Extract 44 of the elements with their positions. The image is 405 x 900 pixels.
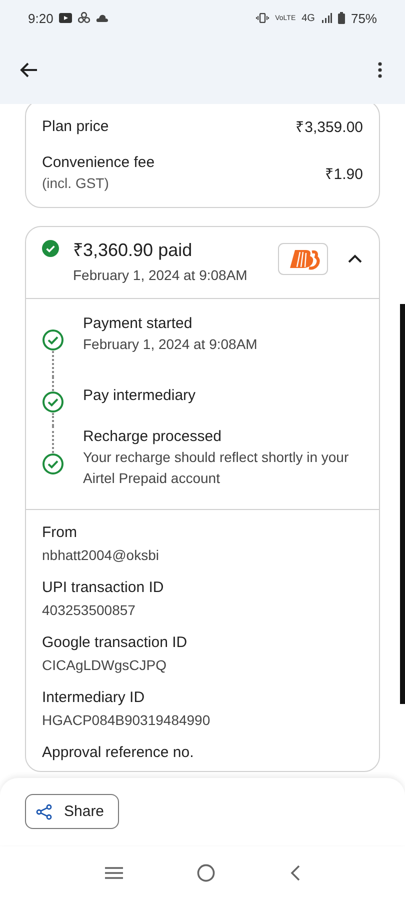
back-arrow-icon[interactable]	[20, 62, 38, 78]
fan-icon	[78, 12, 90, 24]
status-time: 9:20	[28, 10, 54, 26]
bank-logo-icon	[278, 243, 328, 275]
home-icon[interactable]	[197, 864, 216, 882]
step-detail: Your recharge should reflect shortly in your Airtel Prepaid account	[83, 448, 350, 488]
detail-label: From	[42, 524, 78, 541]
video-icon	[59, 13, 72, 23]
fee-amount: ₹3,359.00	[296, 118, 363, 136]
network-type: 4G	[302, 12, 315, 24]
more-options-icon[interactable]	[378, 62, 382, 78]
vibrate-icon	[256, 13, 270, 23]
step-title: Pay intermediary	[83, 386, 196, 406]
step-title: Recharge processed	[83, 427, 222, 447]
detail-value: CICAgLDWgsCJPQ	[42, 656, 168, 675]
success-check-icon	[42, 240, 59, 257]
scroll-bar[interactable]	[400, 304, 405, 704]
battery-level: 75%	[350, 10, 377, 26]
detail-label: UPI transaction ID	[42, 579, 165, 596]
detail-value: HGACP084B90319484990	[42, 711, 212, 730]
battery-icon	[338, 12, 345, 24]
back-icon[interactable]	[290, 864, 300, 880]
cloud-icon	[96, 14, 108, 22]
fee-label: Convenience fee	[42, 154, 155, 171]
fee-label: Plan price	[42, 118, 109, 134]
detail-label: Google transaction ID	[42, 634, 188, 651]
detail-value: nbhatt2004@oksbi	[42, 546, 160, 565]
detail-label: Intermediary ID	[42, 689, 146, 706]
share-icon	[36, 804, 52, 820]
payment-date: February 1, 2024 at 9:08AM	[73, 266, 248, 285]
paid-amount: ₹3,360.90 paid	[73, 239, 194, 261]
step-check-icon	[42, 328, 64, 351]
collapse-chevron-icon[interactable]	[348, 254, 362, 263]
recent-apps-icon[interactable]	[105, 866, 124, 880]
share-button[interactable]: Share	[25, 794, 120, 829]
detail-label: Approval reference no.	[42, 744, 195, 761]
detail-value: 403253500857	[42, 601, 136, 620]
fee-amount: ₹1.90	[324, 164, 363, 182]
signal-icon	[320, 13, 332, 23]
step-check-icon	[42, 390, 64, 412]
fee-note: (incl. GST)	[42, 175, 110, 191]
step-detail: February 1, 2024 at 9:08AM	[83, 335, 258, 354]
step-title: Payment started	[83, 314, 194, 334]
step-check-icon	[42, 452, 64, 474]
